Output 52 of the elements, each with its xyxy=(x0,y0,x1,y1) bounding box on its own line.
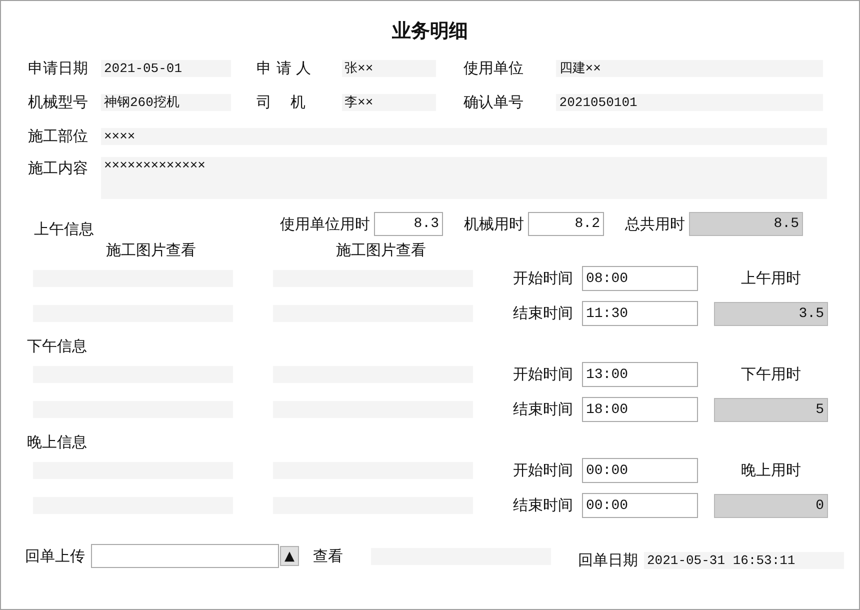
field-label: 司 机 xyxy=(256,92,307,113)
field-label: 开始时间 xyxy=(513,364,574,386)
field-label: 总共用时 xyxy=(625,214,685,235)
field-label: 上午信息 xyxy=(34,218,95,240)
field-value: ×××× xyxy=(101,128,827,144)
field-label: 上午用时 xyxy=(741,268,801,290)
field-label: 申请日期 xyxy=(28,58,89,79)
field-label: 开始时间 xyxy=(513,268,574,290)
field-value: 四建×× xyxy=(556,60,824,76)
readonly-field[interactable]: 3.5 xyxy=(714,302,828,326)
field-value: 李×× xyxy=(342,94,436,110)
field-value: 神钢260挖机 xyxy=(101,94,231,110)
view-link[interactable]: 查看 xyxy=(313,544,343,568)
field-label: 下午信息 xyxy=(27,336,87,356)
readonly-field[interactable]: 8.5 xyxy=(689,212,803,236)
field-label: 结束时间 xyxy=(513,495,574,516)
time-field[interactable]: 18:00 xyxy=(582,397,698,422)
readonly-field[interactable]: 5 xyxy=(714,398,828,422)
readonly-field[interactable]: 0 xyxy=(714,494,828,518)
time-field[interactable]: 00:00 xyxy=(582,458,698,483)
field-label: 机械型号 xyxy=(28,92,89,113)
field-label: 开始时间 xyxy=(513,460,574,482)
upload-button[interactable]: ▲ xyxy=(280,546,299,566)
field-label: 施工图片查看 xyxy=(106,240,196,261)
time-field[interactable]: 13:00 xyxy=(582,362,698,387)
input-field[interactable]: 8.2 xyxy=(528,212,604,236)
time-field[interactable]: 08:00 xyxy=(582,266,698,291)
field-label: 确认单号 xyxy=(463,92,524,113)
field-label: 晚上信息 xyxy=(27,432,87,452)
field-label: 下午用时 xyxy=(741,364,801,386)
field-label: 结束时间 xyxy=(513,399,574,420)
field-value: 2021-05-01 xyxy=(101,60,231,76)
time-field[interactable]: 11:30 xyxy=(582,301,698,326)
field-value: 2021050101 xyxy=(556,94,824,110)
field-value: 张×× xyxy=(342,60,436,76)
field-value: 2021-05-31 16:53:11 xyxy=(644,552,844,568)
field-label: 使用单位 xyxy=(463,58,524,79)
field-label: 施工部位 xyxy=(28,126,89,147)
field-label: 晚上用时 xyxy=(741,460,801,482)
field-value: ××××××××××××× xyxy=(101,157,827,199)
input-field[interactable]: 8.3 xyxy=(374,212,443,236)
time-field[interactable]: 00:00 xyxy=(582,493,698,518)
field-label: 结束时间 xyxy=(513,303,574,324)
field-label: 回单日期 xyxy=(578,550,638,571)
page-title: 业务明细 xyxy=(392,19,468,44)
field-label: 机械用时 xyxy=(464,214,524,235)
field-label: 回单上传 xyxy=(25,546,85,567)
field-label: 施工内容 xyxy=(28,158,89,179)
field-label: 施工图片查看 xyxy=(336,240,426,261)
upload-field[interactable] xyxy=(91,544,279,568)
field-label: 申 请 人 xyxy=(256,58,312,79)
field-label: 使用单位用时 xyxy=(280,214,370,235)
